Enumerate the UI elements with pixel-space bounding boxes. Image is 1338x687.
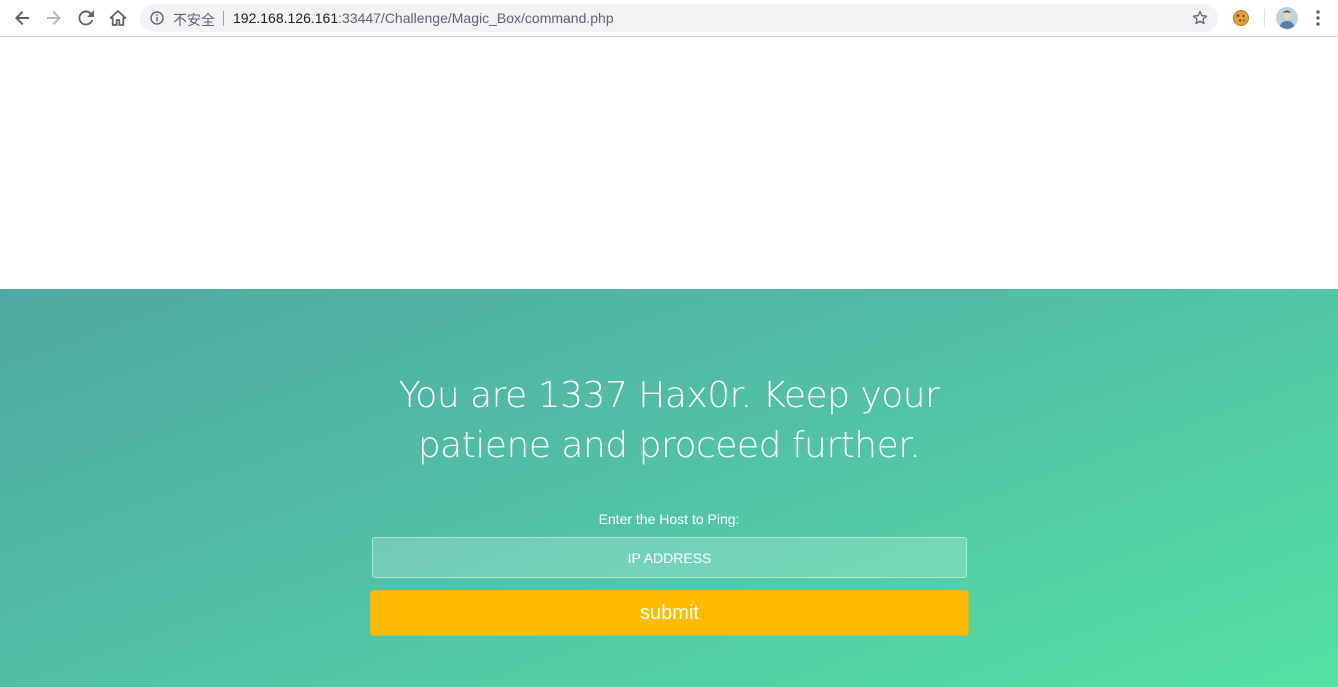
hero-section: You are 1337 Hax0r. Keep your patiene an… xyxy=(0,289,1338,687)
url-text[interactable]: 192.168.126.161:33447/Challenge/Magic_Bo… xyxy=(233,10,614,26)
headline-line-2: patiene and proceed further. xyxy=(417,425,921,466)
submit-button[interactable]: submit xyxy=(370,590,969,636)
toolbar-divider xyxy=(1264,9,1265,27)
home-button[interactable] xyxy=(106,6,130,30)
page-headline: You are 1337 Hax0r. Keep your patiene an… xyxy=(369,371,969,471)
bookmark-star-icon[interactable] xyxy=(1192,10,1208,26)
info-icon[interactable] xyxy=(150,11,164,25)
profile-avatar[interactable] xyxy=(1276,7,1298,29)
reload-button[interactable] xyxy=(74,6,98,30)
avatar-icon xyxy=(1279,10,1295,29)
headline-line-1: You are 1337 Hax0r. Keep your xyxy=(398,375,940,416)
forward-icon xyxy=(47,11,61,25)
ping-label: Enter the Host to Ping: xyxy=(598,511,740,527)
url-host: 192.168.126.161 xyxy=(233,10,339,26)
reload-icon xyxy=(78,10,94,26)
more-menu-icon[interactable] xyxy=(1310,8,1326,28)
cookie-extension-icon[interactable] xyxy=(1232,9,1250,27)
back-icon xyxy=(15,11,29,25)
security-label[interactable]: 不安全 xyxy=(173,10,215,30)
address-bar[interactable]: 不安全 192.168.126.161:33447/Challenge/Magi… xyxy=(140,4,1218,32)
omnibox-separator xyxy=(223,11,224,26)
browser-toolbar: 不安全 192.168.126.161:33447/Challenge/Magi… xyxy=(0,0,1338,37)
ip-address-input[interactable] xyxy=(372,537,967,578)
home-icon xyxy=(109,10,127,26)
back-button[interactable] xyxy=(10,6,34,30)
forward-button[interactable] xyxy=(42,6,66,30)
url-path: :33447/Challenge/Magic_Box/command.php xyxy=(338,10,614,26)
